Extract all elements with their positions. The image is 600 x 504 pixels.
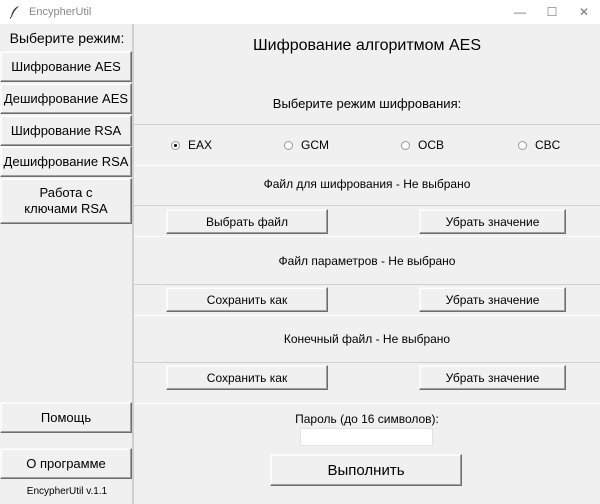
sidebar-heading: Выберите режим:: [9, 30, 125, 46]
sidebar-item-rsa-decrypt[interactable]: Дешифрование RSA: [0, 146, 132, 177]
main-panel: Шифрование алгоритмом AES Выберите режим…: [134, 24, 600, 504]
clear-output-button[interactable]: Убрать значение: [419, 365, 566, 390]
sidebar-item-rsa-keys[interactable]: Работа с ключами RSA: [0, 178, 132, 224]
password-label: Пароль (до 16 символов):: [295, 412, 439, 426]
radio-unchecked-icon: [401, 140, 410, 150]
params-file-label: Файл параметров - Не выбрано: [278, 254, 456, 268]
close-icon[interactable]: ✕: [568, 0, 600, 24]
mode-label: Выберите режим шифрования:: [272, 96, 462, 111]
version-label: EncypherUtil v.1.1: [26, 486, 108, 497]
sidebar-item-aes-encrypt[interactable]: Шифрование AES: [0, 51, 132, 82]
radio-gcm[interactable]: GCM: [284, 138, 329, 152]
radio-eax[interactable]: EAX: [171, 138, 212, 152]
radio-checked-icon: [171, 140, 180, 150]
maximize-icon[interactable]: ☐: [536, 0, 568, 24]
radio-unchecked-icon: [518, 140, 527, 150]
title-bar: EncypherUtil — ☐ ✕: [0, 0, 600, 24]
clear-file-button[interactable]: Убрать значение: [419, 209, 566, 234]
radio-unchecked-icon: [284, 140, 293, 150]
sidebar: Выберите режим: Шифрование AES Дешифрова…: [0, 24, 134, 504]
radio-cbc-label: CBC: [535, 138, 561, 152]
radio-cbc[interactable]: CBC: [518, 138, 560, 152]
run-button[interactable]: Выполнить: [270, 454, 462, 486]
clear-params-button[interactable]: Убрать значение: [419, 287, 566, 312]
page-title: Шифрование алгоритмом AES: [252, 37, 482, 54]
sidebar-item-rsa-encrypt[interactable]: Шифрование RSA: [0, 115, 132, 146]
window-title: EncypherUtil: [29, 6, 92, 18]
feather-icon: [7, 4, 23, 20]
sidebar-item-aes-decrypt[interactable]: Дешифрование AES: [0, 83, 132, 114]
password-field[interactable]: [300, 428, 433, 446]
minimize-icon[interactable]: —: [504, 0, 536, 24]
window-controls: — ☐ ✕: [504, 0, 600, 24]
file-to-encrypt-label: Файл для шифрования - Не выбрано: [263, 177, 471, 191]
radio-ocb-label: OCB: [418, 138, 445, 152]
output-file-label: Конечный файл - Не выбрано: [283, 332, 451, 346]
radio-ocb[interactable]: OCB: [401, 138, 444, 152]
radio-gcm-label: GCM: [301, 138, 329, 152]
help-button[interactable]: Помощь: [0, 402, 132, 433]
choose-file-button[interactable]: Выбрать файл: [166, 209, 328, 234]
save-output-button[interactable]: Сохранить как: [166, 365, 328, 390]
save-params-button[interactable]: Сохранить как: [166, 287, 328, 312]
radio-eax-label: EAX: [188, 138, 213, 152]
about-button[interactable]: О программе: [0, 448, 132, 479]
mode-radio-group: EAX GCM OCB CBC: [134, 134, 600, 156]
